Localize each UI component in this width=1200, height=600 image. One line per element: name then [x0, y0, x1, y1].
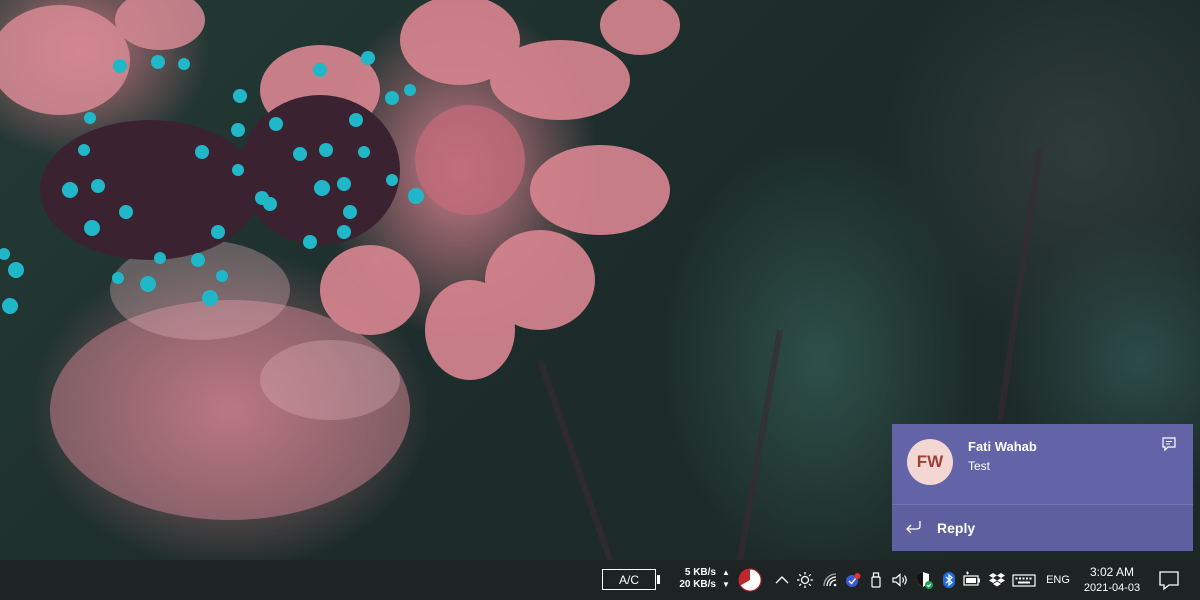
notification-message: Test [968, 459, 991, 473]
input-language[interactable]: ENG [1043, 560, 1073, 600]
avatar: FW [907, 439, 953, 485]
notification-toast[interactable]: FW Fati Wahab Test Reply [892, 424, 1193, 551]
dropbox-icon[interactable] [987, 570, 1007, 590]
upload-speed: 5 KB/s [684, 567, 716, 578]
pie-chart-icon[interactable] [738, 568, 762, 592]
wifi-icon[interactable] [820, 570, 840, 590]
clock-date: 2021-04-03 [1083, 582, 1141, 594]
keyboard-icon[interactable] [1012, 570, 1036, 590]
security-shield-icon[interactable] [914, 570, 934, 590]
battery-terminal [657, 575, 660, 584]
brightness-icon[interactable] [795, 570, 815, 590]
taskbar: A/C 5 KB/s ▲ 20 KB/s ▼ ENG 3:02 AM 2021-… [0, 560, 1200, 600]
battery-icon[interactable] [962, 570, 982, 590]
download-arrow-icon: ▼ [722, 580, 730, 589]
download-speed: 20 KB/s [679, 579, 716, 590]
reply-icon [906, 521, 921, 534]
app-badge-icon[interactable] [843, 570, 863, 590]
reply-button[interactable]: Reply [892, 505, 1193, 551]
power-status[interactable]: A/C [602, 569, 656, 590]
network-speed-meter[interactable]: 5 KB/s ▲ 20 KB/s ▼ [672, 567, 732, 591]
system-clock[interactable]: 3:02 AM 2021-04-03 [1076, 564, 1148, 596]
bluetooth-icon[interactable] [939, 570, 959, 590]
notification-sender: Fati Wahab [968, 439, 1037, 454]
chevron-up-icon[interactable] [772, 570, 792, 590]
chat-bubble-icon[interactable] [1161, 436, 1177, 452]
volume-icon[interactable] [890, 570, 910, 590]
usb-device-icon[interactable] [866, 570, 886, 590]
clock-time: 3:02 AM [1089, 565, 1135, 579]
reply-label: Reply [937, 520, 976, 536]
action-center-icon[interactable] [1152, 560, 1186, 600]
notification-body[interactable]: FW Fati Wahab Test [892, 424, 1193, 504]
upload-arrow-icon: ▲ [722, 568, 730, 577]
